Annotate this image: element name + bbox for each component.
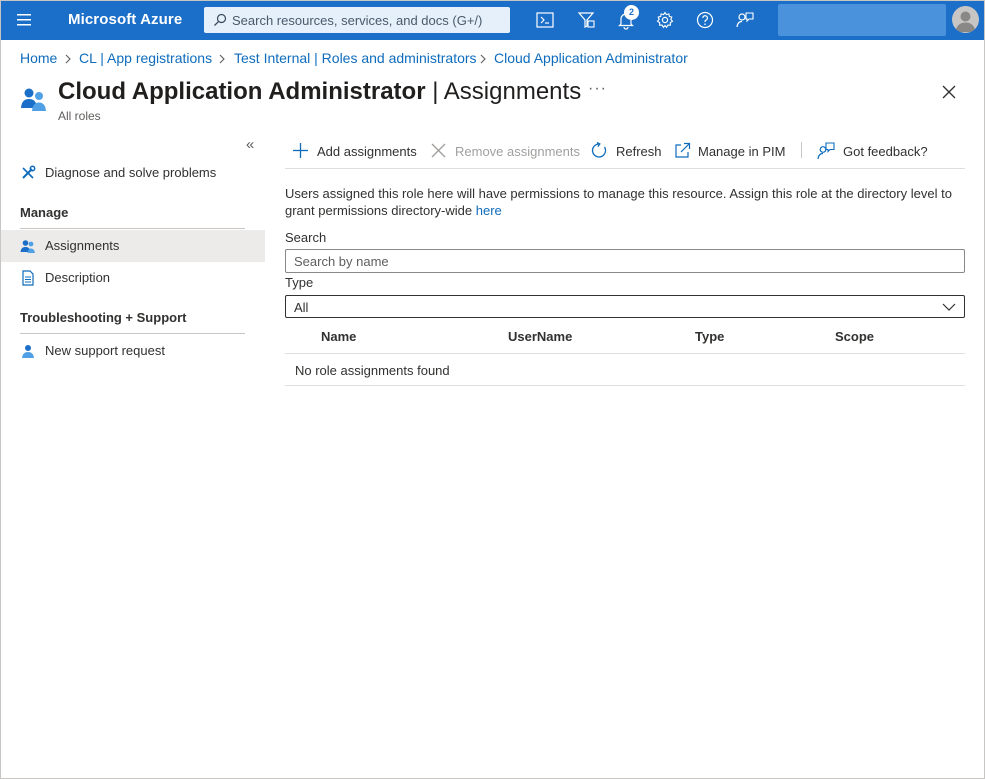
- close-icon[interactable]: [940, 83, 958, 101]
- cloud-shell-icon[interactable]: [535, 10, 555, 30]
- external-link-icon: [674, 142, 691, 159]
- remove-assignments-button[interactable]: Remove assignments: [430, 141, 580, 163]
- sidebar-item-diagnose[interactable]: Diagnose and solve problems: [0, 157, 265, 189]
- sidebar-item-label: New support request: [45, 343, 165, 358]
- more-options-icon[interactable]: ···: [588, 80, 607, 98]
- sidebar-section-manage: Manage: [20, 205, 69, 220]
- sidebar-section-troubleshooting: Troubleshooting + Support: [20, 310, 187, 325]
- breadcrumb-roles-and-administrators[interactable]: Test Internal | Roles and administrators: [234, 50, 477, 66]
- document-icon: [20, 270, 36, 286]
- sidebar-item-label: Assignments: [45, 238, 120, 253]
- role-description-text: Users assigned this role here will have …: [285, 186, 952, 218]
- settings-gear-icon[interactable]: [655, 10, 675, 30]
- sidebar-item-assignments[interactable]: Assignments: [0, 230, 265, 262]
- role-users-icon: [20, 86, 48, 112]
- add-assignments-button[interactable]: Add assignments: [292, 141, 422, 163]
- sidebar-item-label: Description: [45, 270, 111, 285]
- breadcrumb-current-role[interactable]: Cloud Application Administrator: [494, 50, 688, 66]
- page-subtitle: All roles: [58, 109, 101, 123]
- page-title-separator: |: [425, 78, 444, 105]
- column-header-type[interactable]: Type: [695, 329, 724, 344]
- type-dropdown[interactable]: All: [285, 295, 965, 318]
- wrench-tools-icon: [20, 165, 36, 181]
- avatar-icon[interactable]: [952, 6, 979, 33]
- chevron-right-icon: [479, 52, 487, 66]
- column-header-username[interactable]: UserName: [508, 329, 572, 344]
- chevron-right-icon: [64, 52, 72, 66]
- manage-in-pim-button[interactable]: Manage in PIM: [674, 141, 792, 163]
- help-icon[interactable]: [695, 10, 715, 30]
- feedback-person-icon: [817, 142, 835, 160]
- breadcrumb-app-registrations[interactable]: CL | App registrations: [79, 50, 212, 66]
- toolbar-divider: [801, 142, 802, 158]
- close-x-icon: [430, 142, 447, 159]
- plus-icon: [292, 142, 309, 159]
- table-bottom-divider: [285, 385, 965, 386]
- feedback-icon[interactable]: [735, 10, 755, 30]
- directory-filter-icon[interactable]: [576, 10, 596, 30]
- search-icon: [213, 13, 227, 27]
- collapse-sidebar-icon[interactable]: «: [246, 136, 254, 153]
- sidebar-item-label: Diagnose and solve problems: [45, 165, 217, 180]
- account-info[interactable]: [778, 4, 946, 36]
- directory-level-link[interactable]: here: [476, 203, 502, 218]
- sidebar-item-description[interactable]: Description: [0, 262, 265, 294]
- search-by-name-input[interactable]: [286, 250, 964, 272]
- refresh-button[interactable]: Refresh: [591, 141, 663, 163]
- chevron-down-icon: [942, 302, 956, 312]
- hamburger-menu-icon[interactable]: [10, 10, 38, 30]
- support-person-icon: [20, 343, 36, 359]
- sidebar-item-new-support-request[interactable]: New support request: [0, 335, 265, 367]
- global-search-box[interactable]: [204, 7, 510, 33]
- table-header-divider: [285, 353, 965, 354]
- page-title: Cloud Application Administrator | Assign…: [58, 78, 581, 106]
- divider: [20, 333, 245, 334]
- search-label: Search: [285, 230, 327, 245]
- brand-title[interactable]: Microsoft Azure: [68, 11, 182, 28]
- breadcrumb-home[interactable]: Home: [20, 50, 57, 66]
- type-dropdown-value: All: [294, 300, 309, 315]
- refresh-icon: [591, 142, 608, 159]
- search-by-name-field[interactable]: [285, 249, 965, 273]
- window-frame: [0, 0, 985, 779]
- page-title-role: Cloud Application Administrator: [58, 78, 426, 105]
- type-label: Type: [285, 275, 314, 290]
- users-icon: [20, 238, 36, 254]
- column-header-name[interactable]: Name: [321, 329, 356, 344]
- empty-table-message: No role assignments found: [295, 363, 450, 378]
- divider: [20, 228, 245, 229]
- toolbar-divider-line: [285, 168, 965, 169]
- column-header-scope[interactable]: Scope: [835, 329, 874, 344]
- chevron-right-icon: [218, 52, 226, 66]
- page-title-section: Assignments: [443, 78, 582, 105]
- notifications-count-badge: 2: [624, 5, 639, 20]
- global-search-input[interactable]: [232, 10, 502, 30]
- top-navigation-bar: Microsoft Azure 2: [0, 0, 985, 40]
- got-feedback-button[interactable]: Got feedback?: [817, 141, 929, 163]
